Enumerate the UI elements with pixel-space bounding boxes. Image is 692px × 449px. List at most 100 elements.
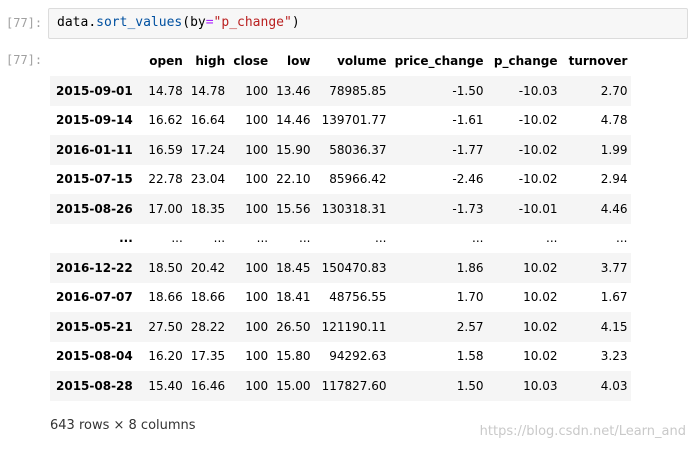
table-cell-volume: ... — [375, 231, 387, 246]
table-row: 2016-12-22 18.50 20.42 100 18.45 150470.83 1.8… — [50, 253, 632, 283]
row-index: 2015-08-04 — [56, 349, 133, 364]
dataframe-shape: 643 rows × 8 columns — [50, 418, 196, 433]
table-cell-p-change: 10.02 — [523, 349, 558, 364]
table-cell-low: 15.00 — [276, 378, 311, 393]
table-cell-close: 100 — [245, 378, 269, 393]
table-cell-turnover: 1.99 — [600, 142, 628, 157]
table-cell-low: 26.50 — [276, 319, 311, 334]
table-cell-close: 100 — [245, 349, 269, 364]
table-cell-high: ... — [213, 231, 226, 246]
table-cell-high: 18.35 — [190, 201, 226, 216]
table-cell-low: 22.10 — [276, 172, 311, 187]
table-cell-price-change: ... — [472, 231, 484, 246]
table-row: 2015-09-01 14.78 14.78 100 13.46 78985.85 -1.5… — [50, 76, 632, 106]
table-cell-p-change: -10.02 — [518, 172, 558, 187]
table-cell-high: 16.46 — [190, 378, 226, 393]
table-cell-low: 14.46 — [276, 113, 311, 128]
code-input-cell[interactable]: data.sort_values(by="p_change") — [48, 8, 688, 39]
table-cell-low: 18.41 — [276, 290, 311, 305]
row-index: 2015-08-28 — [56, 378, 133, 393]
table-cell-price-change: 1.86 — [456, 260, 484, 275]
input-prompt: [77]: — [6, 16, 43, 30]
code-dot: . — [88, 15, 97, 30]
table-cell-high: 14.78 — [190, 83, 226, 98]
table-cell-open: 15.40 — [148, 378, 183, 393]
code-object: data — [57, 15, 89, 30]
table-cell-turnover: 2.70 — [600, 83, 628, 98]
table-row: 2015-07-15 22.78 23.04 100 22.10 85966.42 -2.4… — [50, 165, 631, 195]
table-cell-low: ... — [299, 231, 311, 246]
table-cell-price-change: 2.57 — [456, 319, 484, 334]
table-row: ........................... — [50, 224, 631, 254]
column-header-close: close — [233, 54, 269, 68]
table-cell-open: 27.50 — [148, 319, 183, 334]
table-cell-price-change: -1.77 — [452, 142, 484, 157]
table-cell-turnover: 2.94 — [600, 172, 628, 187]
table-row: 2015-05-21 27.50 28.22 100 26.50 121190.11 2.5… — [50, 312, 632, 342]
column-header-p-change: p_change — [493, 54, 558, 68]
table-body: 2015-09-01 14.78 14.78 100 13.46 78985.85 -1.5… — [50, 76, 632, 401]
row-index: ... — [119, 231, 133, 246]
table-cell-high: 28.22 — [190, 319, 226, 334]
table-cell-close: 100 — [245, 290, 269, 305]
column-header-turnover: turnover — [568, 54, 628, 68]
table-cell-low: 15.56 — [276, 201, 311, 216]
table-cell-open: 17.00 — [148, 201, 183, 216]
table-cell-price-change: -1.61 — [452, 113, 484, 128]
table-cell-low: 13.46 — [276, 83, 311, 98]
table-cell-price-change: -1.50 — [452, 83, 484, 98]
table-cell-p-change: ... — [546, 231, 558, 246]
watermark: https://blog.csdn.net/Learn_and — [479, 424, 686, 439]
table-cell-volume: 130318.31 — [321, 201, 387, 216]
dataframe-table: open high close low volume price_change p_chan… — [50, 46, 632, 401]
table-row: 2015-08-04 16.20 17.35 100 15.80 94292.63 1.58… — [50, 342, 631, 372]
table-row: 2016-01-11 16.59 17.24 100 15.90 58036.37 -1.7… — [50, 135, 632, 165]
table-cell-volume: 58036.37 — [329, 142, 387, 157]
table-row: 2015-08-26 17.00 18.35 100 15.56 130318.31 -1.… — [50, 194, 632, 224]
table-cell-close: 100 — [245, 201, 269, 216]
table-cell-p-change: -10.03 — [518, 83, 558, 98]
code-close-paren: ) — [291, 15, 300, 30]
table-cell-turnover: 4.03 — [600, 378, 628, 393]
table-cell-p-change: 10.02 — [523, 319, 558, 334]
row-index: 2015-07-15 — [56, 172, 133, 187]
table-cell-open: 18.66 — [148, 290, 183, 305]
table-cell-volume: 150470.83 — [321, 260, 387, 275]
code-equals: = — [205, 15, 214, 30]
table-cell-turnover: 4.46 — [600, 201, 628, 216]
table-cell-turnover: 3.77 — [600, 260, 628, 275]
table-row: 2015-08-28 15.40 16.46 100 15.00 117827.60 1.5… — [50, 371, 632, 401]
table-cell-open: 14.78 — [148, 83, 183, 98]
table-cell-high: 23.04 — [190, 172, 226, 187]
row-index: 2015-09-14 — [56, 113, 133, 128]
row-index: 2015-05-21 — [56, 319, 133, 334]
table-cell-open: ... — [171, 231, 183, 246]
row-index: 2016-12-22 — [56, 260, 133, 275]
table-cell-high: 16.64 — [190, 113, 226, 128]
header-row: open high close low volume price_change p_chan… — [50, 46, 631, 76]
table-cell-p-change: 10.02 — [523, 290, 558, 305]
table-cell-turnover: 4.15 — [600, 319, 628, 334]
table-header: open high close low volume price_change p_chan… — [50, 46, 631, 76]
table-row: 2016-07-07 18.66 18.66 100 18.41 48756.55 1.70… — [50, 283, 631, 313]
table-cell-low: 15.90 — [276, 142, 311, 157]
table-row: 2015-09-14 16.62 16.64 100 14.46 139701.77 -1.… — [50, 106, 631, 136]
table-cell-high: 17.24 — [190, 142, 226, 157]
table-cell-turnover: 4.78 — [600, 113, 628, 128]
output-prompt: [77]: — [6, 53, 43, 67]
table-cell-close: 100 — [245, 260, 269, 275]
table-cell-turnover: 1.67 — [600, 290, 628, 305]
table-cell-volume: 48756.55 — [329, 290, 387, 305]
table-cell-close: 100 — [245, 142, 269, 157]
table-cell-p-change: 10.03 — [523, 378, 558, 393]
table-cell-price-change: 1.58 — [456, 349, 484, 364]
table-cell-volume: 78985.85 — [329, 83, 387, 98]
table-cell-price-change: 1.70 — [456, 290, 484, 305]
table-cell-price-change: -2.46 — [452, 172, 484, 187]
table-cell-low: 15.80 — [276, 349, 311, 364]
table-cell-p-change: -10.02 — [518, 113, 558, 128]
code-string: "p_change" — [213, 15, 292, 30]
table-cell-volume: 117827.60 — [321, 378, 387, 393]
code-kwarg: by — [190, 15, 206, 30]
table-cell-high: 17.35 — [190, 349, 226, 364]
